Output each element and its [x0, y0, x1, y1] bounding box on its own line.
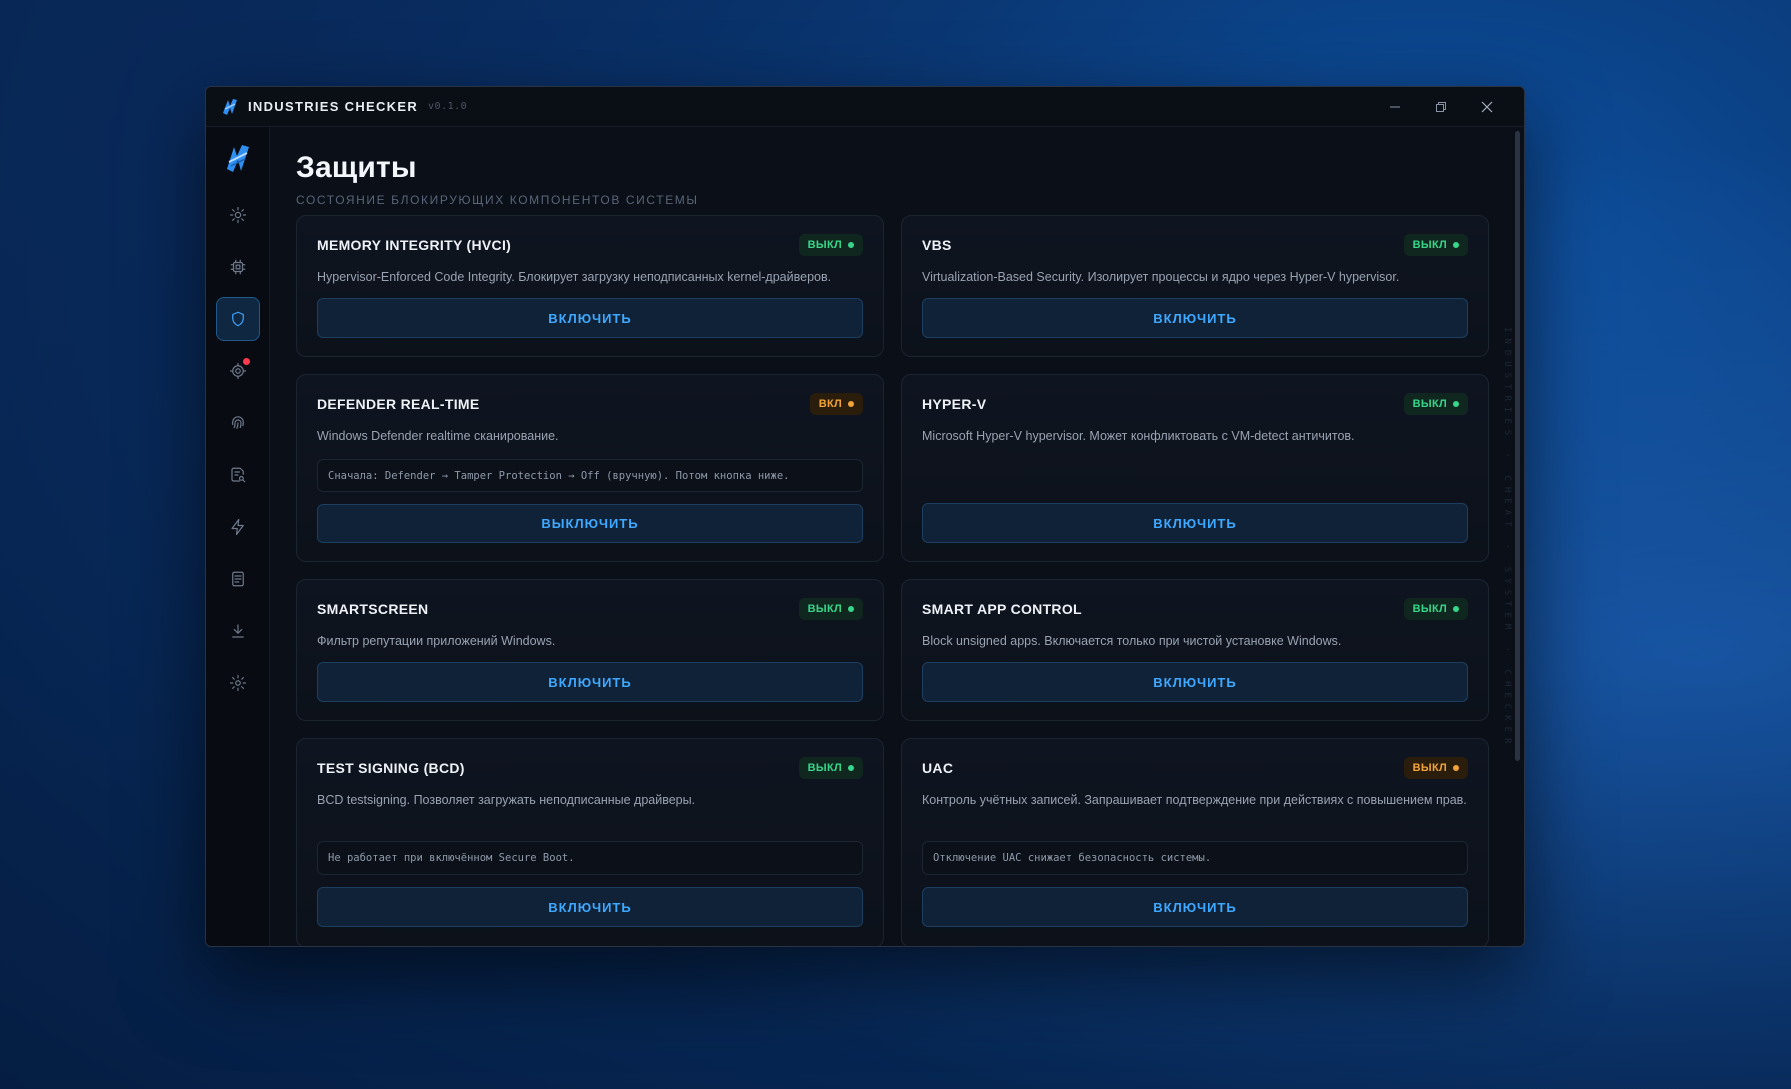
card-title: UAC [922, 760, 954, 776]
status-badge: ВЫКЛ [1403, 234, 1468, 256]
card-description: Block unsigned apps. Включается только п… [922, 634, 1342, 648]
card-smart-app-control: SMART APP CONTROL ВЫКЛ Block unsigned ap… [901, 579, 1489, 721]
card-title: HYPER-V [922, 396, 987, 412]
minimize-icon [1390, 106, 1400, 107]
minimize-button[interactable] [1372, 87, 1418, 127]
card-test-signing: TEST SIGNING (BCD) ВЫКЛ BCD testsigning.… [296, 738, 884, 946]
title-bar[interactable]: INDUSTRIES CHECKER v0.1.0 [206, 87, 1524, 127]
status-badge: ВЫКЛ [1403, 598, 1468, 620]
sidebar-item-overview[interactable] [216, 193, 260, 237]
target-icon [229, 362, 246, 380]
settings-icon [229, 674, 246, 692]
status-badge: ВЫКЛ [798, 757, 863, 779]
status-badge: ВЫКЛ [1403, 757, 1468, 779]
status-label: ВЫКЛ [1412, 239, 1447, 251]
card-description: BCD testsigning. Позволяет загружать неп… [317, 793, 696, 807]
status-label: ВЫКЛ [807, 762, 842, 774]
status-dot-icon [848, 242, 854, 248]
card-note: Сначала: Defender → Tamper Protection → … [317, 459, 863, 493]
card-description: Hypervisor-Enforced Code Integrity. Блок… [317, 270, 832, 284]
status-badge: ВЫКЛ [1403, 393, 1468, 415]
status-dot-icon [848, 401, 854, 407]
card-defender-realtime: DEFENDER REAL-TIME ВКЛ Windows Defender … [296, 374, 884, 562]
card-note: Отключение UAC снижает безопасность сист… [922, 841, 1468, 875]
sidebar [206, 127, 270, 946]
status-label: ВЫКЛ [807, 603, 842, 615]
status-dot-icon [848, 765, 854, 771]
version-label: v0.1.0 [428, 101, 468, 112]
toggle-button[interactable]: ВКЛЮЧИТЬ [922, 298, 1468, 338]
toggle-button[interactable]: ВКЛЮЧИТЬ [317, 887, 863, 927]
app-window: INDUSTRIES CHECKER v0.1.0 INDUSTRIES · C… [205, 86, 1525, 947]
card-title: TEST SIGNING (BCD) [317, 760, 465, 776]
card-memory-integrity: MEMORY INTEGRITY (HVCI) ВЫКЛ Hypervisor-… [296, 215, 884, 357]
card-description: Virtualization-Based Security. Изолирует… [922, 270, 1400, 284]
toggle-button[interactable]: ВКЛЮЧИТЬ [922, 503, 1468, 543]
card-note: Не работает при включённом Secure Boot. [317, 841, 863, 875]
status-label: ВЫКЛ [807, 239, 842, 251]
chip-icon [230, 259, 245, 275]
status-dot-icon [1453, 606, 1459, 612]
notification-dot [242, 358, 250, 365]
status-label: ВЫКЛ [1412, 398, 1447, 410]
card-description: Microsoft Hyper-V hypervisor. Может конф… [922, 429, 1355, 443]
page-title: Защиты [296, 151, 417, 184]
card-description: Windows Defender realtime сканирование. [317, 429, 559, 443]
page-subtitle: СОСТОЯНИЕ БЛОКИРУЮЩИХ КОМПОНЕНТОВ СИСТЕМ… [296, 193, 699, 207]
status-badge: ВКЛ [809, 393, 863, 415]
restore-button[interactable] [1418, 87, 1464, 127]
card-title: MEMORY INTEGRITY (HVCI) [317, 237, 512, 253]
main-content: INDUSTRIES · CHEAT · SYSTEM · CHECKER За… [270, 127, 1524, 946]
scrollbar[interactable] [1515, 131, 1520, 761]
toggle-button[interactable]: ВКЛЮЧИТЬ [317, 298, 863, 338]
status-dot-icon [1453, 401, 1459, 407]
card-title: DEFENDER REAL-TIME [317, 396, 480, 412]
status-badge: ВЫКЛ [798, 234, 863, 256]
toggle-button[interactable]: ВКЛЮЧИТЬ [922, 887, 1468, 927]
sidebar-item-hardware[interactable] [216, 245, 260, 289]
sidebar-item-logs[interactable] [216, 557, 260, 601]
card-description: Фильтр репутации приложений Windows. [317, 634, 556, 648]
card-hyper-v: HYPER-V ВЫКЛ Microsoft Hyper-V hyperviso… [901, 374, 1489, 562]
decorative-side-text: INDUSTRIES · CHEAT · SYSTEM · CHECKER [1502, 327, 1512, 750]
card-vbs: VBS ВЫКЛ Virtualization-Based Security. … [901, 215, 1489, 357]
card-smartscreen: SMARTSCREEN ВЫКЛ Фильтр репутации прилож… [296, 579, 884, 721]
sidebar-item-settings[interactable] [216, 661, 260, 705]
card-title: VBS [922, 237, 952, 253]
status-dot-icon [848, 606, 854, 612]
sidebar-item-downloads[interactable] [216, 609, 260, 653]
card-title: SMARTSCREEN [317, 601, 429, 617]
fingerprint-icon [231, 416, 244, 429]
bolt-icon [230, 518, 244, 536]
card-description: Контроль учётных записей. Запрашивает по… [922, 793, 1467, 807]
sidebar-logo-icon[interactable] [221, 141, 255, 175]
status-label: ВКЛ [818, 398, 842, 410]
toggle-button[interactable]: ВКЛЮЧИТЬ [317, 662, 863, 702]
close-icon [1481, 101, 1493, 112]
sidebar-item-scan[interactable] [216, 453, 260, 497]
status-label: ВЫКЛ [1412, 603, 1447, 615]
status-dot-icon [1453, 765, 1459, 771]
protections-grid: MEMORY INTEGRITY (HVCI) ВЫКЛ Hypervisor-… [296, 215, 1498, 946]
sun-icon [229, 206, 246, 224]
sidebar-item-identity[interactable] [216, 401, 260, 445]
status-label: ВЫКЛ [1412, 762, 1447, 774]
card-uac: UAC ВЫКЛ Контроль учётных записей. Запра… [901, 738, 1489, 946]
window-title: INDUSTRIES CHECKER [248, 99, 419, 114]
toggle-button[interactable]: ВКЛЮЧИТЬ [922, 662, 1468, 702]
close-button[interactable] [1464, 87, 1510, 127]
app-logo-icon [223, 98, 237, 115]
restore-icon [1436, 101, 1446, 112]
status-dot-icon [1453, 242, 1459, 248]
sidebar-item-protections[interactable] [215, 297, 260, 341]
document-icon [231, 571, 244, 587]
status-badge: ВЫКЛ [798, 598, 863, 620]
shield-icon [231, 311, 244, 327]
search-doc-icon [230, 467, 245, 483]
toggle-button[interactable]: ВЫКЛЮЧИТЬ [317, 504, 863, 543]
sidebar-item-performance[interactable] [216, 505, 260, 549]
sidebar-item-anticheat[interactable] [216, 349, 260, 393]
card-title: SMART APP CONTROL [922, 601, 1082, 617]
download-icon [231, 624, 244, 638]
